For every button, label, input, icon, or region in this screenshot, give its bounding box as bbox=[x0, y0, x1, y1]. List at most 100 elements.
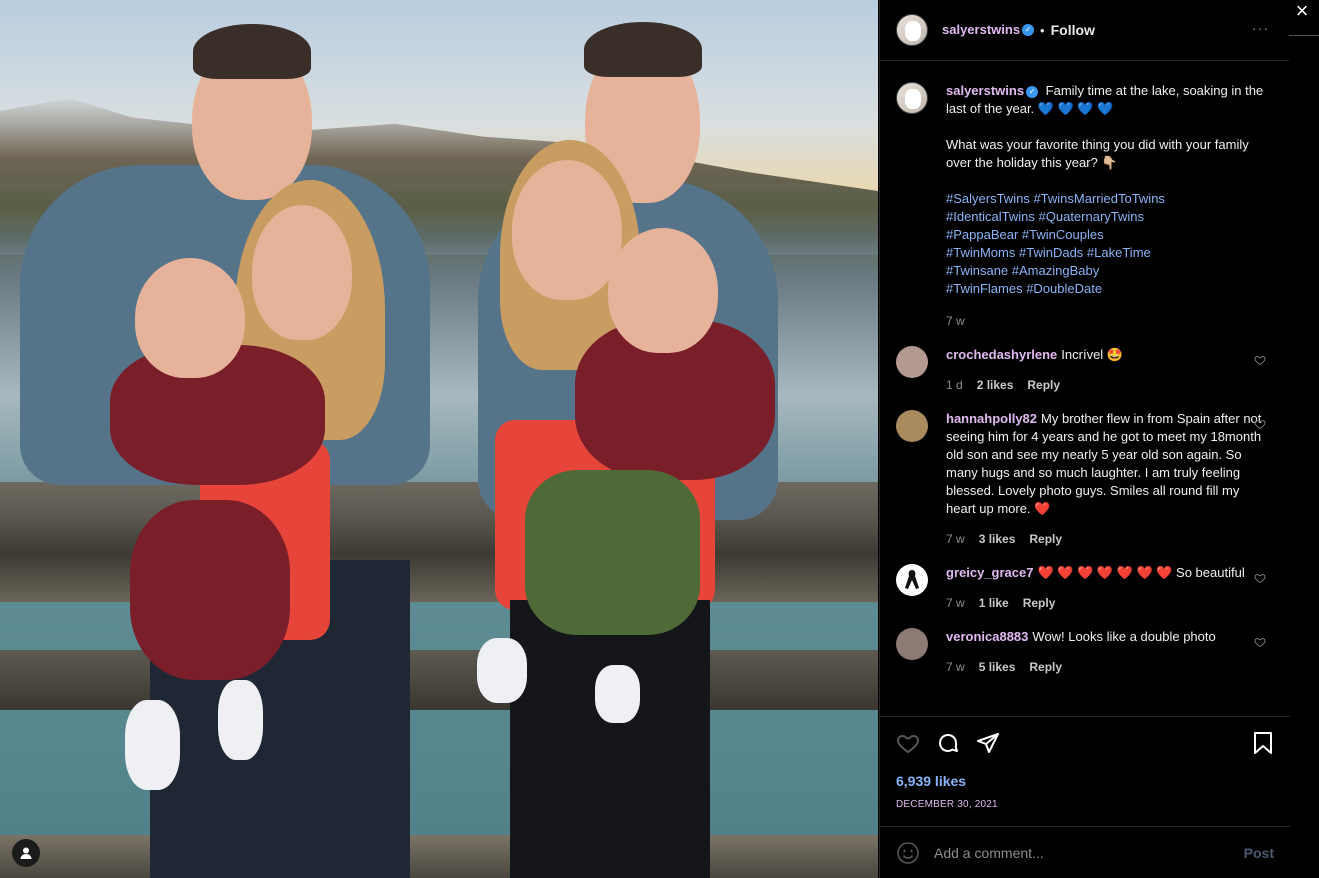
post-side-panel: salyerstwins ✓ • Follow ··· salyerstwins ✓… bbox=[879, 0, 1290, 878]
post-header: salyerstwins ✓ • Follow ··· bbox=[880, 0, 1289, 61]
author-avatar[interactable] bbox=[896, 14, 928, 46]
commenter-avatar[interactable] bbox=[896, 564, 928, 596]
photo-woman-right-head bbox=[512, 160, 622, 300]
photo-dock-floor bbox=[0, 835, 878, 878]
photo-baby-right-pants bbox=[525, 470, 700, 635]
share-icon[interactable] bbox=[976, 731, 1000, 755]
caption-body: salyerstwins ✓ Family time at the lake, s… bbox=[946, 82, 1266, 330]
action-icons bbox=[896, 731, 1274, 755]
user-tag-button[interactable] bbox=[12, 839, 40, 867]
post-caption: salyerstwins ✓ Family time at the lake, s… bbox=[896, 82, 1274, 330]
comment-likes[interactable]: 2 likes bbox=[977, 378, 1014, 392]
comment-input[interactable] bbox=[934, 844, 1244, 861]
emoji-icon[interactable] bbox=[896, 841, 920, 865]
comment-text: ❤️ ❤️ ❤️ ❤️ ❤️ ❤️ ❤️ So beautiful bbox=[1037, 565, 1245, 580]
photo-baby-left-sock1 bbox=[125, 700, 180, 790]
comment-like-heart-icon[interactable] bbox=[1254, 572, 1266, 584]
close-divider bbox=[1289, 35, 1319, 36]
comment-item: greicy_grace7 ❤️ ❤️ ❤️ ❤️ ❤️ ❤️ ❤️ So bea… bbox=[896, 564, 1274, 612]
comment-username[interactable]: hannahpolly82 bbox=[946, 411, 1037, 426]
comment-username[interactable]: greicy_grace7 bbox=[946, 565, 1033, 580]
photo-man-right-hair bbox=[584, 22, 702, 77]
comment-reply-button[interactable]: Reply bbox=[1029, 660, 1062, 674]
photo-dock-rail-lower bbox=[0, 650, 878, 710]
hashtag[interactable]: #PappaBear bbox=[946, 227, 1018, 242]
comment-age[interactable]: 1 d bbox=[946, 378, 963, 392]
comment-body: hannahpolly82 My brother flew in from Spa… bbox=[946, 410, 1266, 548]
comment-meta: 7 w 1 like Reply bbox=[946, 594, 1266, 612]
photo-baby-left-head bbox=[135, 258, 245, 378]
caption-author-avatar[interactable] bbox=[896, 82, 928, 114]
photo-woman-left-head bbox=[252, 205, 352, 340]
hashtag[interactable]: #TwinMoms bbox=[946, 245, 1015, 260]
comment-like-heart-icon[interactable] bbox=[1254, 636, 1266, 648]
photo-man-left-hair bbox=[193, 24, 311, 79]
hashtag[interactable]: #TwinDads bbox=[1019, 245, 1083, 260]
commenter-avatar[interactable] bbox=[896, 346, 928, 378]
commenter-avatar[interactable] bbox=[896, 628, 928, 660]
caption-age[interactable]: 7 w bbox=[946, 312, 1266, 330]
comment-body: greicy_grace7 ❤️ ❤️ ❤️ ❤️ ❤️ ❤️ ❤️ So bea… bbox=[946, 564, 1266, 612]
photo-baby-right-sock1 bbox=[477, 638, 527, 703]
likes-count[interactable]: 6,939 likes bbox=[896, 773, 1274, 789]
comment-age[interactable]: 7 w bbox=[946, 660, 965, 674]
comment-username[interactable]: crochedashyrlene bbox=[946, 347, 1057, 362]
comment-likes[interactable]: 3 likes bbox=[979, 532, 1016, 546]
follow-button[interactable]: Follow bbox=[1051, 22, 1095, 38]
ribbon-icon bbox=[905, 570, 919, 589]
hashtag[interactable]: #Twinsane bbox=[946, 263, 1008, 278]
comment-text: Wow! Looks like a double photo bbox=[1032, 629, 1216, 644]
comment-body: veronica8883 Wow! Looks like a double pho… bbox=[946, 628, 1266, 676]
photo-leggings-right bbox=[510, 600, 710, 878]
hashtag[interactable]: #AmazingBaby bbox=[1012, 263, 1099, 278]
hashtag[interactable]: #IdenticalTwins bbox=[946, 209, 1035, 224]
comment-reply-button[interactable]: Reply bbox=[1027, 378, 1060, 392]
comment-body: crochedashyrlene Incrível 🤩 1 d 2 likes Rep… bbox=[946, 346, 1266, 394]
photo-baby-right-sock2 bbox=[595, 665, 640, 723]
caption-hearts: 💙 💙 💙 💙 bbox=[1037, 101, 1114, 116]
comment-likes[interactable]: 1 like bbox=[979, 596, 1009, 610]
comment-text: Incrível 🤩 bbox=[1061, 347, 1123, 362]
photo-baby-right-head bbox=[608, 228, 718, 353]
comment-like-heart-icon[interactable] bbox=[1254, 354, 1266, 366]
post-comment-button[interactable]: Post bbox=[1244, 845, 1274, 861]
comment-item: veronica8883 Wow! Looks like a double pho… bbox=[896, 628, 1274, 676]
hashtag[interactable]: #TwinCouples bbox=[1022, 227, 1104, 242]
commenter-avatar[interactable] bbox=[896, 410, 928, 442]
comment-likes[interactable]: 5 likes bbox=[979, 660, 1016, 674]
bookmark-icon[interactable] bbox=[1252, 731, 1274, 755]
more-options-button[interactable]: ··· bbox=[1252, 20, 1269, 36]
hashtag[interactable]: #DoubleDate bbox=[1026, 281, 1102, 296]
comment-age[interactable]: 7 w bbox=[946, 596, 965, 610]
comment-meta: 7 w 3 likes Reply bbox=[946, 530, 1266, 548]
header-separator: • bbox=[1040, 22, 1045, 38]
comment-item: crochedashyrlene Incrível 🤩 1 d 2 likes Rep… bbox=[896, 346, 1274, 394]
hashtag[interactable]: #TwinsMarriedToTwins bbox=[1033, 191, 1165, 206]
post-date[interactable]: DECEMBER 30, 2021 bbox=[896, 799, 1274, 810]
comment-item: hannahpolly82 My brother flew in from Spa… bbox=[896, 410, 1274, 548]
comment-reply-button[interactable]: Reply bbox=[1023, 596, 1056, 610]
hashtag[interactable]: #QuaternaryTwins bbox=[1039, 209, 1145, 224]
verified-badge-icon: ✓ bbox=[1026, 85, 1039, 98]
post-photo[interactable] bbox=[0, 0, 878, 878]
comment-reply-button[interactable]: Reply bbox=[1029, 532, 1062, 546]
comment-icon[interactable] bbox=[936, 731, 960, 755]
comments-list[interactable]: salyerstwins ✓ Family time at the lake, s… bbox=[880, 62, 1290, 714]
comment-like-heart-icon[interactable] bbox=[1254, 418, 1266, 430]
hashtag[interactable]: #LakeTime bbox=[1087, 245, 1151, 260]
caption-username[interactable]: salyerstwins ✓ bbox=[946, 83, 1039, 98]
caption-question: What was your favorite thing you did wit… bbox=[946, 137, 1249, 170]
caption-hashtags: #SalyersTwins #TwinsMarriedToTwins #Iden… bbox=[946, 190, 1266, 298]
comment-username[interactable]: veronica8883 bbox=[946, 629, 1028, 644]
author-username[interactable]: salyerstwins bbox=[942, 22, 1020, 37]
comment-text: My brother flew in from Spain after not … bbox=[946, 411, 1262, 516]
author-username-wrap: salyerstwins ✓ bbox=[942, 21, 1035, 39]
close-icon[interactable]: × bbox=[1289, 0, 1315, 26]
hashtag[interactable]: #TwinFlames bbox=[946, 281, 1023, 296]
comment-age[interactable]: 7 w bbox=[946, 532, 965, 546]
hashtag[interactable]: #SalyersTwins bbox=[946, 191, 1030, 206]
verified-badge-icon: ✓ bbox=[1022, 23, 1035, 36]
caption-username-text[interactable]: salyerstwins bbox=[946, 83, 1024, 98]
photo-baby-left-pants bbox=[130, 500, 290, 680]
heart-icon[interactable] bbox=[896, 731, 920, 755]
